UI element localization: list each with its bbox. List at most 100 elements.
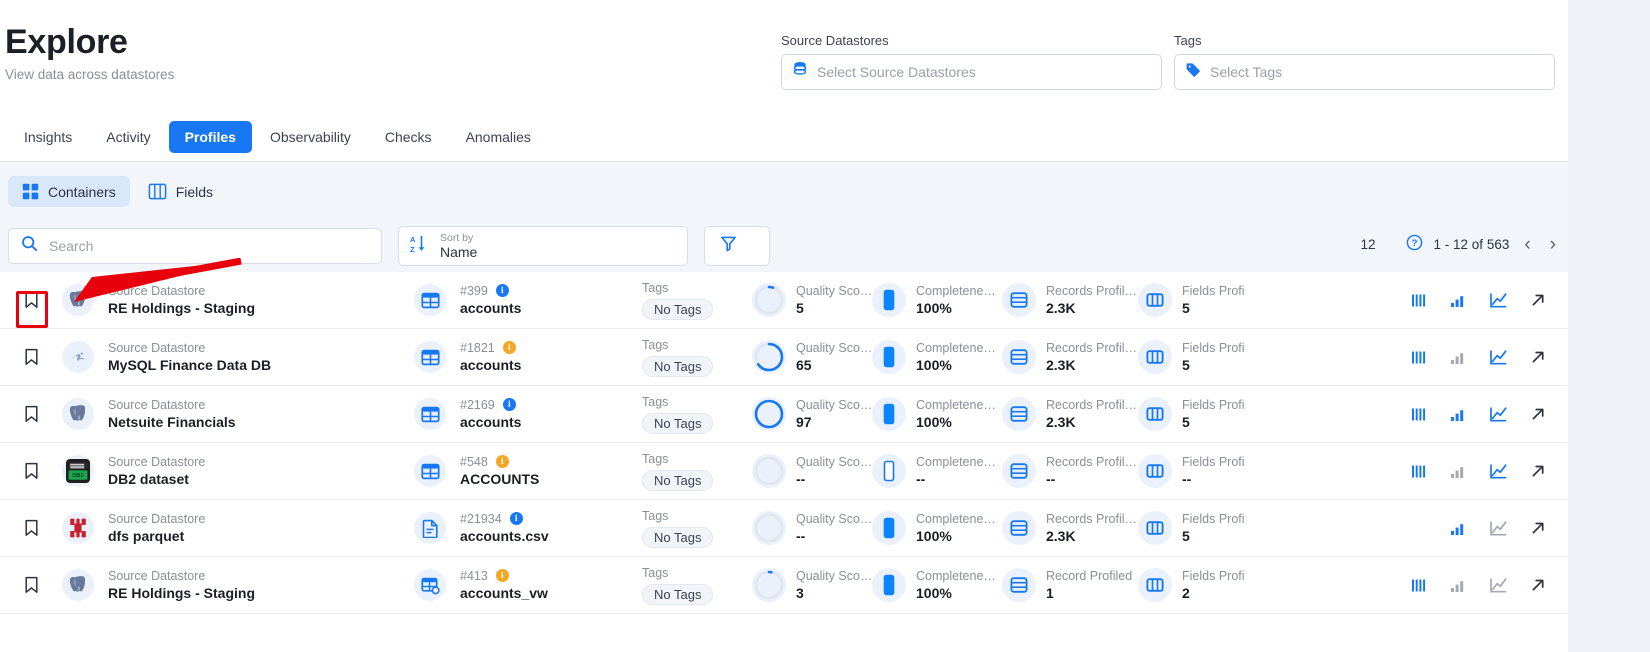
open-external-action-icon[interactable] — [1530, 349, 1546, 365]
line-chart-action-icon[interactable] — [1489, 463, 1508, 480]
tags-caption: Tags — [642, 281, 669, 296]
info-badge-icon[interactable]: i — [502, 341, 516, 355]
info-badge-icon[interactable]: i — [495, 284, 509, 298]
sort-select[interactable]: A Z Sort by Name — [398, 226, 688, 266]
bar-chart-action-icon[interactable] — [1450, 578, 1467, 593]
tab-observability[interactable]: Observability — [254, 121, 367, 153]
datastore-caption: Source Datastore — [108, 511, 206, 526]
open-external-action-icon[interactable] — [1530, 292, 1546, 308]
pagination-next[interactable]: › — [1546, 235, 1560, 254]
records-profiled-metric: Records Profil… 2.3K — [1002, 511, 1138, 545]
tab-profiles[interactable]: Profiles — [168, 121, 252, 153]
tab-insights[interactable]: Insights — [8, 121, 88, 153]
bar-chart-action-icon[interactable] — [1450, 293, 1467, 308]
histogram-action-icon[interactable] — [1411, 350, 1428, 365]
bookmark-icon[interactable] — [16, 570, 46, 600]
search-input[interactable] — [49, 238, 369, 254]
bookmark-icon[interactable] — [16, 456, 46, 486]
help-circle-icon[interactable]: ? — [1406, 234, 1423, 254]
table-row[interactable]: Source Datastore RE Holdings - Staging #39… — [0, 272, 1568, 329]
view-toggle-label: Fields — [175, 183, 214, 200]
records-value: 2.3K — [1046, 414, 1076, 431]
info-badge-icon[interactable]: i — [509, 512, 523, 526]
open-external-action-icon[interactable] — [1530, 520, 1546, 536]
table-row[interactable]: Source Datastore Netsuite Financials #2169… — [0, 386, 1568, 443]
fields-caption: Fields Profi — [1182, 397, 1245, 412]
histogram-action-icon[interactable] — [1411, 407, 1428, 422]
open-external-action-icon[interactable] — [1530, 406, 1546, 422]
bar-chart-action-icon[interactable] — [1450, 350, 1467, 365]
svg-text:A: A — [410, 235, 416, 244]
asset-texts: #21934 i accounts.csv — [460, 511, 549, 545]
completeness-metric: Completene… 100% — [872, 340, 1002, 374]
records-value: 1 — [1046, 585, 1054, 602]
sort-value: Name — [440, 243, 478, 260]
datastore-caption: Source Datastore — [108, 397, 206, 412]
asset-id-row: #2169 i — [460, 397, 521, 413]
fields-texts: Fields Profi 5 — [1182, 283, 1245, 317]
tab-anomalies[interactable]: Anomalies — [450, 121, 547, 153]
datastore-texts: Source Datastore RE Holdings - Staging — [108, 568, 255, 602]
info-badge-icon[interactable]: i — [495, 569, 509, 583]
line-chart-action-icon[interactable] — [1489, 406, 1508, 423]
bookmark-icon[interactable] — [16, 342, 46, 372]
fields-icon — [1138, 283, 1172, 317]
quality-donut-icon — [752, 340, 786, 374]
bookmark-icon[interactable] — [16, 513, 46, 543]
source-datastores-select[interactable]: Select Source Datastores — [781, 54, 1162, 90]
table-row[interactable]: Source Datastore RE Holdings - Staging #41… — [0, 557, 1568, 614]
open-external-action-icon[interactable] — [1530, 577, 1546, 593]
histogram-action-icon[interactable] — [1411, 464, 1428, 479]
database-icon — [792, 61, 808, 83]
asset-id: #548 — [460, 454, 488, 469]
records-caption: Records Profil… — [1046, 511, 1137, 526]
info-badge-icon[interactable]: i — [495, 455, 509, 469]
page-header: Explore View data across datastores Sour… — [0, 0, 1568, 162]
completeness-caption: Completene… — [916, 568, 996, 583]
line-chart-action-icon[interactable] — [1489, 577, 1508, 594]
info-badge-icon[interactable]: i — [502, 398, 516, 412]
records-caption: Record Profiled — [1046, 568, 1133, 583]
table-row[interactable]: Source Datastore dfs parquet #21934 i accoun… — [0, 500, 1568, 557]
asset-id: #399 — [460, 283, 488, 298]
line-chart-action-icon[interactable] — [1489, 520, 1508, 537]
pagination-prev[interactable]: ‹ — [1520, 235, 1534, 254]
quality-value: 65 — [796, 357, 812, 374]
bar-chart-action-icon[interactable] — [1450, 464, 1467, 479]
tags-select[interactable]: Select Tags — [1174, 54, 1555, 90]
table-row[interactable]: Source Datastore MySQL Finance Data DB #18… — [0, 329, 1568, 386]
bar-chart-action-icon[interactable] — [1450, 407, 1467, 422]
fields-caption: Fields Profi — [1182, 454, 1245, 469]
asset-name: accounts.csv — [460, 528, 549, 545]
search-box[interactable] — [8, 228, 382, 264]
records-caption: Records Profil… — [1046, 340, 1137, 355]
view-toggle-containers[interactable]: Containers — [8, 176, 130, 207]
completeness-metric: Completene… 100% — [872, 397, 1002, 431]
line-chart-action-icon[interactable] — [1489, 292, 1508, 309]
filter-button[interactable] — [704, 226, 770, 266]
bookmark-icon[interactable] — [16, 399, 46, 429]
tab-checks[interactable]: Checks — [369, 121, 448, 153]
datastore-texts: Source Datastore dfs parquet — [108, 511, 205, 545]
search-icon — [21, 235, 38, 257]
tab-activity[interactable]: Activity — [90, 121, 166, 153]
bar-chart-action-icon[interactable] — [1450, 521, 1467, 536]
line-chart-action-icon[interactable] — [1489, 349, 1508, 366]
asset-id: #413 — [460, 568, 488, 583]
records-profiled-metric: Records Profil… 2.3K — [1002, 340, 1138, 374]
records-value: -- — [1046, 471, 1056, 488]
page-size-select[interactable]: 12 — [1361, 237, 1395, 252]
quality-caption: Quality Sco… — [796, 397, 873, 412]
datastore-cell: Source Datastore RE Holdings - Staging — [62, 283, 362, 317]
completeness-texts: Completene… 100% — [916, 568, 996, 602]
fields-profiled-metric: Fields Profi 5 — [1138, 340, 1258, 374]
histogram-action-icon[interactable] — [1411, 293, 1428, 308]
table-row[interactable]: DB2 Source Datastore DB2 dataset #548 i ACCOU… — [0, 443, 1568, 500]
asset-id: #2169 — [460, 397, 495, 412]
open-external-action-icon[interactable] — [1530, 463, 1546, 479]
view-toggle-fields[interactable]: Fields — [134, 175, 227, 208]
fields-icon — [1138, 397, 1172, 431]
tags-caption: Tags — [642, 509, 669, 524]
bookmark-icon[interactable] — [16, 285, 46, 315]
histogram-action-icon[interactable] — [1411, 578, 1428, 593]
